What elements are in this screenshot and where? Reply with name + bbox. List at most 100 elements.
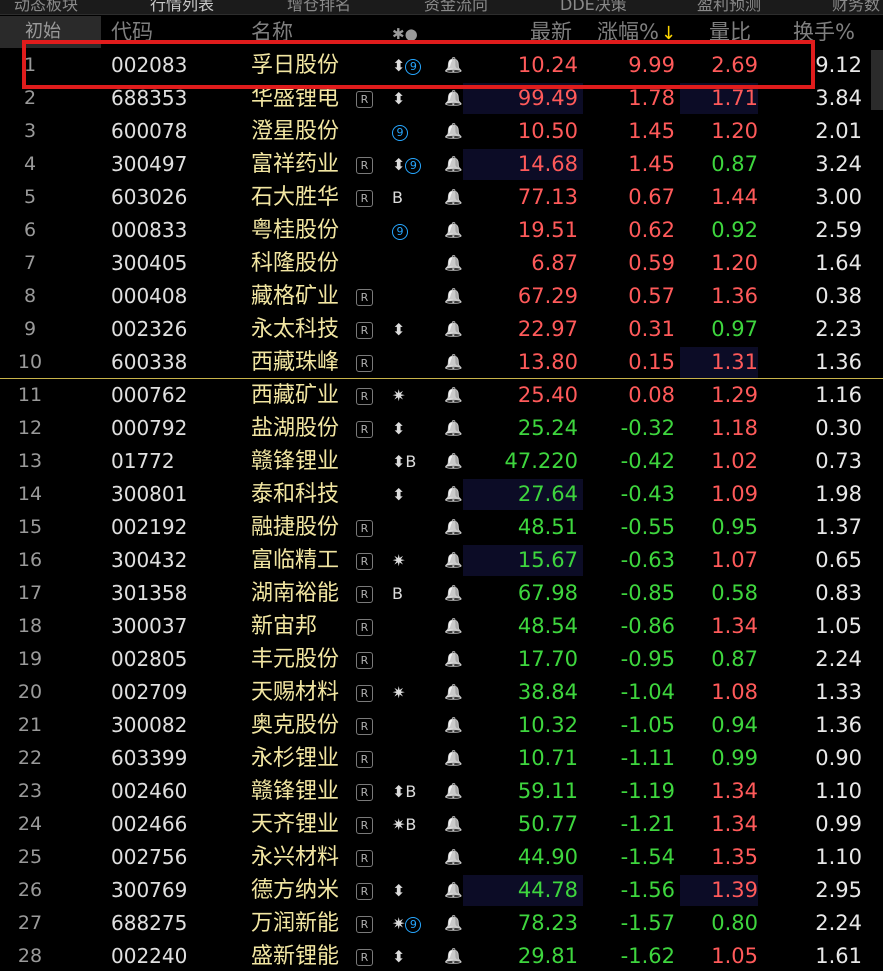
table-row[interactable]: 11 000762 西藏矿业 R ✷ 🔔 25.40 0.08 1.29 1.16 — [0, 379, 883, 412]
stock-name[interactable]: 湖南裕能 — [251, 577, 339, 610]
alert-bell-icon[interactable]: 🔔 — [444, 313, 463, 346]
alert-bell-icon[interactable]: 🔔 — [444, 643, 463, 676]
tab-dde-decision[interactable]: DDE决策 — [560, 0, 627, 14]
table-row[interactable]: 7 300405 科隆股份 🔔 6.87 0.59 1.20 1.64 — [0, 247, 883, 280]
stock-code[interactable]: 300082 — [111, 709, 187, 742]
stock-name[interactable]: 西藏矿业 — [251, 379, 339, 412]
table-row[interactable]: 16 300432 富临精工 R ✷ 🔔 15.67 -0.63 1.07 0.65 — [0, 544, 883, 577]
stock-code[interactable]: 300432 — [111, 544, 187, 577]
alert-bell-icon[interactable]: 🔔 — [444, 742, 463, 775]
alert-bell-icon[interactable]: 🔔 — [444, 214, 463, 247]
alert-bell-icon[interactable]: 🔔 — [444, 841, 463, 874]
table-row[interactable]: 12 000792 盐湖股份 R ⬍ 🔔 25.24 -0.32 1.18 0.30 — [0, 412, 883, 445]
alert-bell-icon[interactable]: 🔔 — [444, 478, 463, 511]
stock-name[interactable]: 永兴材料 — [251, 841, 339, 874]
stock-name[interactable]: 永杉锂业 — [251, 742, 339, 775]
alert-bell-icon[interactable]: 🔔 — [444, 346, 463, 379]
table-row[interactable]: 19 002805 丰元股份 R 🔔 17.70 -0.95 0.87 2.24 — [0, 643, 883, 676]
table-row[interactable]: 27 688275 万润新能 R ✷ 9 🔔 78.23 -1.57 0.80 2.24 — [0, 907, 883, 940]
stock-name[interactable]: 德方纳米 — [251, 874, 339, 907]
stock-code[interactable]: 000762 — [111, 379, 187, 412]
stock-code[interactable]: 002805 — [111, 643, 187, 676]
table-row[interactable]: 22 603399 永杉锂业 R 🔔 10.71 -1.11 0.99 0.90 — [0, 742, 883, 775]
stock-code[interactable]: 000792 — [111, 412, 187, 445]
alert-bell-icon[interactable]: 🔔 — [444, 676, 463, 709]
stock-name[interactable]: 天齐锂业 — [251, 808, 339, 841]
tab-fund-flow[interactable]: 资金流向 — [424, 0, 488, 14]
stock-name[interactable]: 石大胜华 — [251, 181, 339, 214]
stock-name[interactable]: 万润新能 — [251, 907, 339, 940]
table-row[interactable]: 15 002192 融捷股份 R 🔔 48.51 -0.55 0.95 1.37 — [0, 511, 883, 544]
stock-name[interactable]: 泰和科技 — [251, 478, 339, 511]
stock-code[interactable]: 01772 — [111, 445, 175, 478]
stock-name[interactable]: 藏格矿业 — [251, 280, 339, 313]
stock-code[interactable]: 002192 — [111, 511, 187, 544]
stock-name[interactable]: 西藏珠峰 — [251, 346, 339, 379]
alert-bell-icon[interactable]: 🔔 — [444, 445, 463, 478]
table-row[interactable]: 25 002756 永兴材料 R 🔔 44.90 -1.54 1.35 1.10 — [0, 841, 883, 874]
stock-code[interactable]: 300405 — [111, 247, 187, 280]
stock-name[interactable]: 赣锋锂业 — [251, 775, 339, 808]
alert-bell-icon[interactable]: 🔔 — [444, 280, 463, 313]
alert-bell-icon[interactable]: 🔔 — [444, 808, 463, 841]
stock-name[interactable]: 盛新锂能 — [251, 940, 339, 971]
table-row[interactable]: 5 603026 石大胜华 R B 🔔 77.13 0.67 1.44 3.00 — [0, 181, 883, 214]
alert-bell-icon[interactable]: 🔔 — [444, 247, 463, 280]
stock-name[interactable]: 富祥药业 — [251, 148, 339, 181]
table-row[interactable]: 20 002709 天赐材料 R ✷ 🔔 38.84 -1.04 1.08 1.33 — [0, 676, 883, 709]
table-row[interactable]: 4 300497 富祥药业 R ⬍ 9 🔔 14.68 1.45 0.87 3.24 — [0, 148, 883, 181]
table-row[interactable]: 3 600078 澄星股份 9 🔔 10.50 1.45 1.20 2.01 — [0, 115, 883, 148]
alert-bell-icon[interactable]: 🔔 — [444, 379, 463, 412]
table-row[interactable]: 9 002326 永太科技 R ⬍ 🔔 22.97 0.31 0.97 2.23 — [0, 313, 883, 346]
scrollbar[interactable] — [871, 50, 883, 110]
table-row[interactable]: 28 002240 盛新锂能 R ⬍ 🔔 29.81 -1.62 1.05 1.61 — [0, 940, 883, 971]
stock-code[interactable]: 301358 — [111, 577, 187, 610]
stock-code[interactable]: 300497 — [111, 148, 187, 181]
stock-name[interactable]: 丰元股份 — [251, 643, 339, 676]
stock-code[interactable]: 300801 — [111, 478, 187, 511]
alert-bell-icon[interactable]: 🔔 — [444, 874, 463, 907]
tab-financial[interactable]: 财务数 — [832, 0, 880, 14]
stock-name[interactable]: 粤桂股份 — [251, 214, 339, 247]
stock-code[interactable]: 300769 — [111, 874, 187, 907]
stock-name[interactable]: 科隆股份 — [251, 247, 339, 280]
table-row[interactable]: 6 000833 粤桂股份 9 🔔 19.51 0.62 0.92 2.59 — [0, 214, 883, 247]
alert-bell-icon[interactable]: 🔔 — [444, 940, 463, 971]
alert-bell-icon[interactable]: 🔔 — [444, 775, 463, 808]
stock-name[interactable]: 天赐材料 — [251, 676, 339, 709]
alert-bell-icon[interactable]: 🔔 — [444, 709, 463, 742]
stock-code[interactable]: 002466 — [111, 808, 187, 841]
stock-name[interactable]: 融捷股份 — [251, 511, 339, 544]
stock-code[interactable]: 002756 — [111, 841, 187, 874]
alert-bell-icon[interactable]: 🔔 — [444, 511, 463, 544]
table-row[interactable]: 26 300769 德方纳米 R ⬍ 🔔 44.78 -1.56 1.39 2.95 — [0, 874, 883, 907]
stock-code[interactable]: 603026 — [111, 181, 187, 214]
stock-code[interactable]: 002326 — [111, 313, 187, 346]
alert-bell-icon[interactable]: 🔔 — [444, 610, 463, 643]
tab-quote-list[interactable]: 行情列表 — [150, 0, 214, 14]
stock-code[interactable]: 002240 — [111, 940, 187, 971]
alert-bell-icon[interactable]: 🔔 — [444, 544, 463, 577]
table-row[interactable]: 14 300801 泰和科技 ⬍ 🔔 27.64 -0.43 1.09 1.98 — [0, 478, 883, 511]
alert-bell-icon[interactable]: 🔔 — [444, 412, 463, 445]
alert-bell-icon[interactable]: 🔔 — [444, 148, 463, 181]
table-row[interactable]: 24 002466 天齐锂业 R ✷B 🔔 50.77 -1.21 1.34 0.99 — [0, 808, 883, 841]
stock-name[interactable]: 富临精工 — [251, 544, 339, 577]
alert-bell-icon[interactable]: 🔔 — [444, 115, 463, 148]
stock-name[interactable]: 赣锋锂业 — [251, 445, 339, 478]
stock-code[interactable]: 002709 — [111, 676, 187, 709]
alert-bell-icon[interactable]: 🔔 — [444, 577, 463, 610]
table-row[interactable]: 21 300082 奥克股份 R 🔔 10.32 -1.05 0.94 1.36 — [0, 709, 883, 742]
stock-code[interactable]: 000833 — [111, 214, 187, 247]
table-row[interactable]: 10 600338 西藏珠峰 R 🔔 13.80 0.15 1.31 1.36 — [0, 346, 883, 379]
stock-name[interactable]: 奥克股份 — [251, 709, 339, 742]
alert-bell-icon[interactable]: 🔔 — [444, 907, 463, 940]
stock-code[interactable]: 002460 — [111, 775, 187, 808]
table-row[interactable]: 18 300037 新宙邦 R 🔔 48.54 -0.86 1.34 1.05 — [0, 610, 883, 643]
tab-position-rank[interactable]: 增仓排名 — [287, 0, 351, 14]
table-row[interactable]: 8 000408 藏格矿业 R 🔔 67.29 0.57 1.36 0.38 — [0, 280, 883, 313]
stock-code[interactable]: 688275 — [111, 907, 187, 940]
stock-code[interactable]: 600338 — [111, 346, 187, 379]
stock-name[interactable]: 永太科技 — [251, 313, 339, 346]
stock-code[interactable]: 600078 — [111, 115, 187, 148]
